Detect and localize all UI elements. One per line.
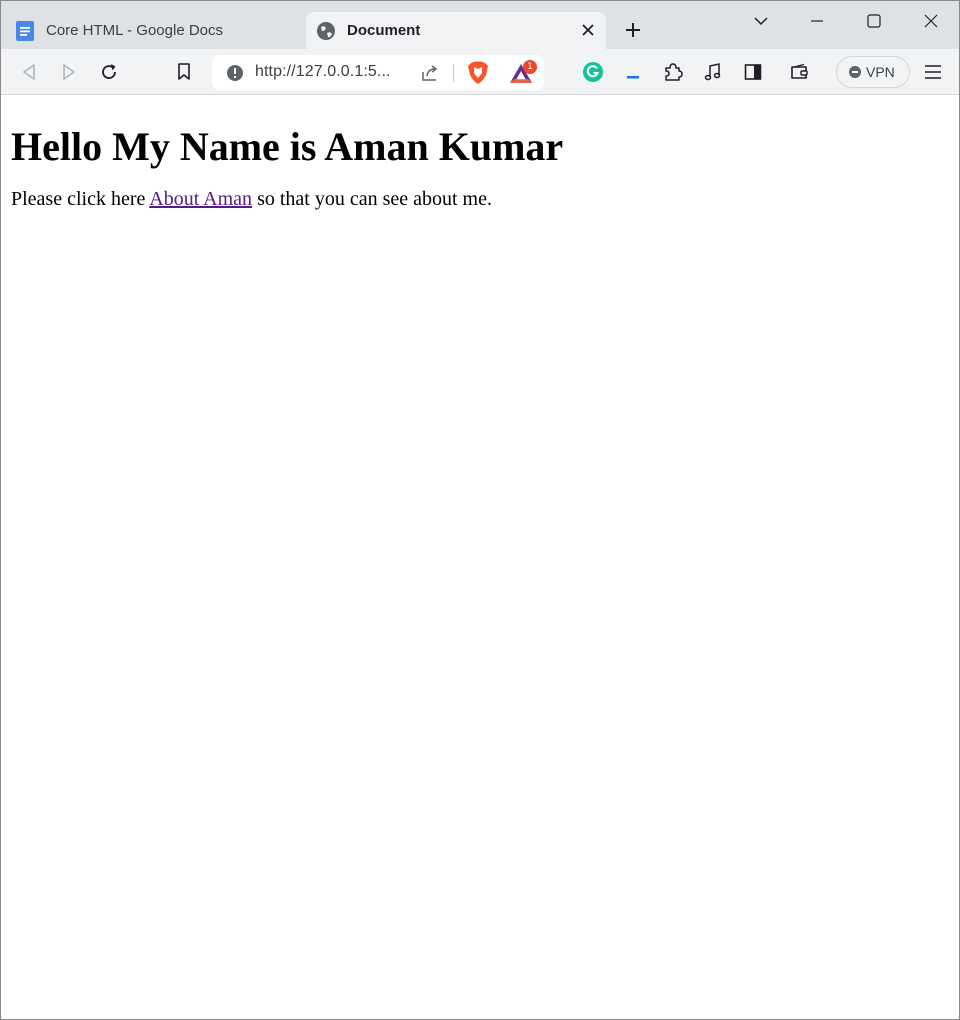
site-info-icon[interactable] [225,63,244,82]
page-paragraph: Please click here About Aman so that you… [11,187,949,211]
vpn-button[interactable]: VPN [836,56,910,88]
brave-shields-icon[interactable] [466,60,490,86]
reload-icon[interactable] [94,57,124,87]
share-icon[interactable] [418,61,442,85]
new-tab-plus-icon[interactable] [621,18,645,42]
rewards-badge: 1 [523,60,537,74]
back-icon[interactable] [14,57,44,87]
forward-icon[interactable] [54,57,84,87]
bookmark-icon[interactable] [169,57,199,87]
brave-rewards-icon[interactable]: 1 [508,60,538,86]
address-bar-divider [453,64,454,82]
globe-icon [316,21,336,41]
extension-underscore-icon[interactable] [618,57,648,87]
maximize-icon[interactable] [854,5,894,37]
tab-title: Document [347,22,421,39]
about-aman-link[interactable]: About Aman [149,188,252,210]
media-music-note-icon[interactable] [698,57,728,87]
page-content: Hello My Name is Aman Kumar Please click… [1,96,959,1019]
address-bar-url: http://127.0.0.1:5... [255,63,391,80]
sidebar-toggle-icon[interactable] [738,57,768,87]
tab-strip: Core HTML - Google Docs Document [1,1,959,49]
page-heading: Hello My Name is Aman Kumar [11,124,564,169]
browser-toolbar: http://127.0.0.1:5... 1 VPN [1,49,959,95]
extensions-puzzle-icon[interactable] [658,57,688,87]
tab-search-chevron-icon[interactable] [741,5,781,37]
google-docs-icon [15,20,35,41]
close-window-icon[interactable] [911,5,951,37]
hamburger-menu-icon[interactable] [918,57,948,87]
address-bar[interactable]: http://127.0.0.1:5... 1 [212,55,544,90]
vpn-status-icon [849,66,861,78]
browser-window: Core HTML - Google Docs Document http://… [0,0,960,1020]
vpn-label: VPN [866,64,895,80]
close-tab-icon[interactable] [578,20,598,40]
minimize-icon[interactable] [797,5,837,37]
tab-title: Core HTML - Google Docs [46,22,223,39]
paragraph-text-before: Please click here [11,188,150,210]
grammarly-icon[interactable] [578,57,608,87]
wallet-icon[interactable] [785,57,815,87]
tab-document[interactable]: Document [306,12,606,49]
paragraph-text-after: so that you can see about me. [252,188,492,210]
tab-core-html-google-docs[interactable]: Core HTML - Google Docs [1,12,301,49]
